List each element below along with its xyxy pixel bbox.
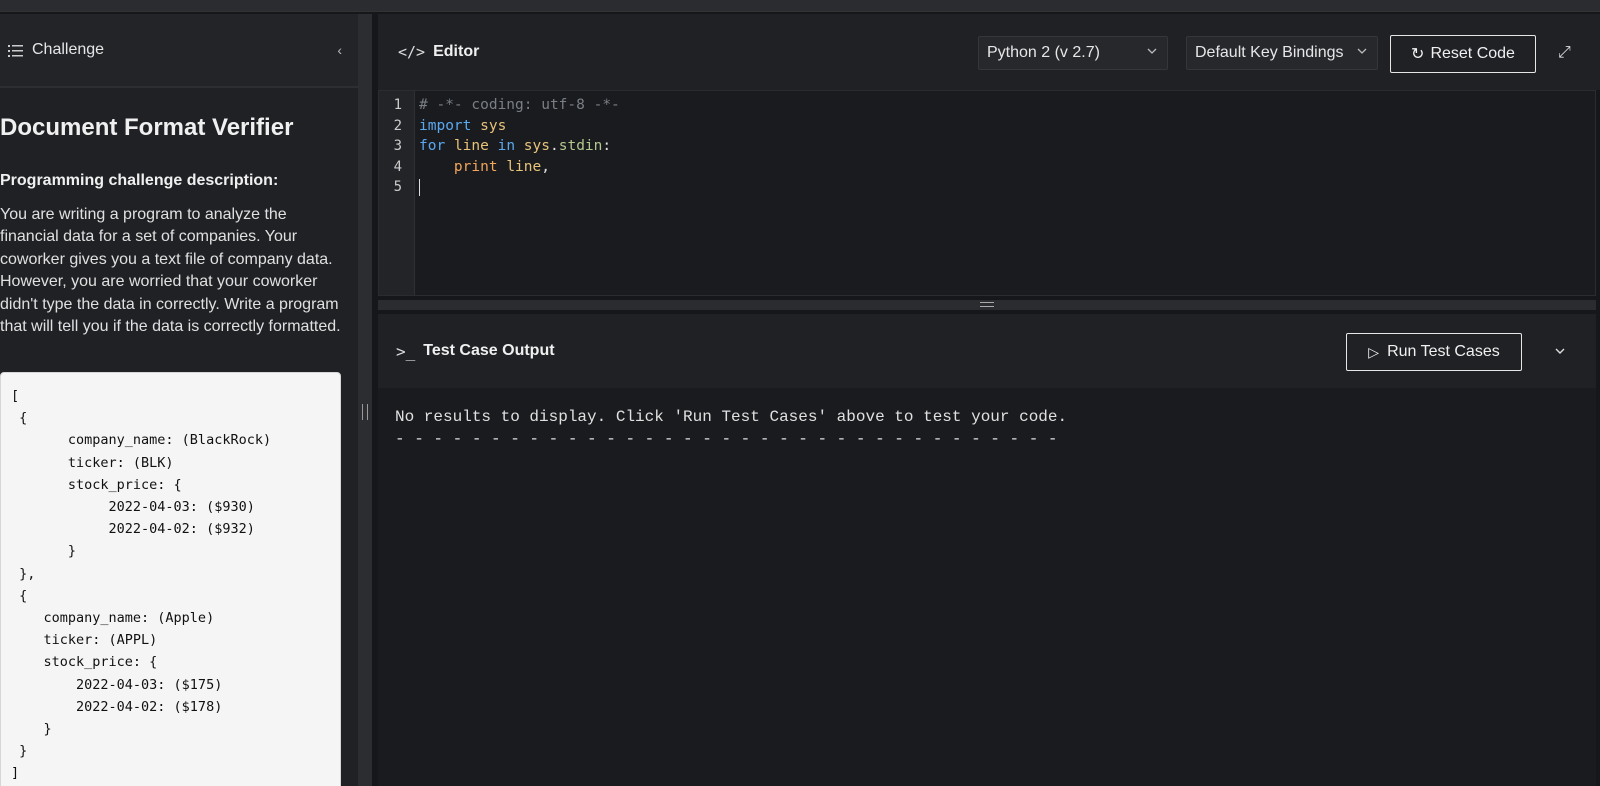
line-number: 2 (393, 117, 402, 134)
code-line: import sys (419, 117, 507, 134)
test-output-title: Test Case Output (423, 342, 555, 359)
key-bindings-select[interactable]: Default Key Bindings (1186, 36, 1378, 70)
grip-icon (980, 302, 994, 307)
key-bindings-value: Default Key Bindings (1195, 44, 1344, 61)
grip-icon (362, 404, 368, 420)
play-icon: ▷ (1368, 343, 1380, 360)
code-lines: # -*- coding: utf-8 -*- import sys for l… (419, 95, 620, 198)
example-code: [ { company_name: (BlackRock) ticker: (B… (11, 388, 272, 782)
code-line (419, 177, 620, 198)
challenge-header-label: Challenge (32, 41, 105, 58)
chevron-left-icon[interactable]: ‹ (337, 42, 342, 58)
description-text: You are writing a program to analyze the… (0, 206, 341, 336)
test-output-panel: No results to display. Click 'Run Test C… (378, 388, 1596, 786)
code-line: print line, (453, 158, 550, 175)
run-test-cases-label: Run Test Cases (1387, 343, 1500, 360)
reset-code-label: Reset Code (1430, 45, 1515, 62)
output-separator: - - - - - - - - - - - - - - - - - - - - … (395, 430, 1058, 448)
description-heading: Programming challenge description: (0, 172, 279, 189)
language-select[interactable]: Python 2 (v 2.7) (978, 36, 1168, 70)
editor-title: Editor (433, 43, 480, 60)
page-title: Document Format Verifier (0, 114, 294, 141)
top-bar (0, 0, 1600, 12)
output-message: No results to display. Click 'Run Test C… (395, 408, 1068, 426)
line-number: 4 (393, 158, 402, 175)
vertical-resize-handle[interactable] (358, 14, 372, 786)
reset-code-button[interactable]: ↻ Reset Code (1390, 35, 1536, 73)
terminal-icon: >_ (396, 341, 416, 361)
language-value: Python 2 (v 2.7) (987, 44, 1100, 61)
code-line: for line in sys.stdin: (419, 138, 612, 155)
text-cursor (419, 178, 420, 196)
example-code-block: [ { company_name: (BlackRock) ticker: (B… (0, 372, 341, 786)
chevron-down-icon[interactable] (1554, 344, 1566, 358)
horizontal-resize-handle[interactable] (378, 300, 1596, 310)
list-icon (8, 44, 24, 57)
line-number: 5 (393, 179, 402, 196)
code-line: # -*- coding: utf-8 -*- (419, 97, 620, 113)
chevron-down-icon (1147, 46, 1157, 58)
refresh-icon: ↻ (1411, 46, 1425, 63)
line-number: 1 (393, 97, 402, 113)
code-icon: </> (398, 43, 426, 61)
expand-icon[interactable]: ⤢ (1558, 44, 1571, 62)
line-number: 3 (393, 138, 402, 155)
line-number-gutter: 1 2 3 4 5 (379, 91, 415, 295)
run-test-cases-button[interactable]: ▷ Run Test Cases (1346, 333, 1522, 371)
chevron-down-icon (1357, 46, 1367, 58)
challenge-panel: Challenge ‹ Document Format Verifier Pro… (0, 14, 358, 786)
challenge-header: Challenge ‹ (0, 14, 358, 88)
code-editor[interactable]: 1 2 3 4 5 # -*- coding: utf-8 -*- import… (378, 90, 1596, 296)
